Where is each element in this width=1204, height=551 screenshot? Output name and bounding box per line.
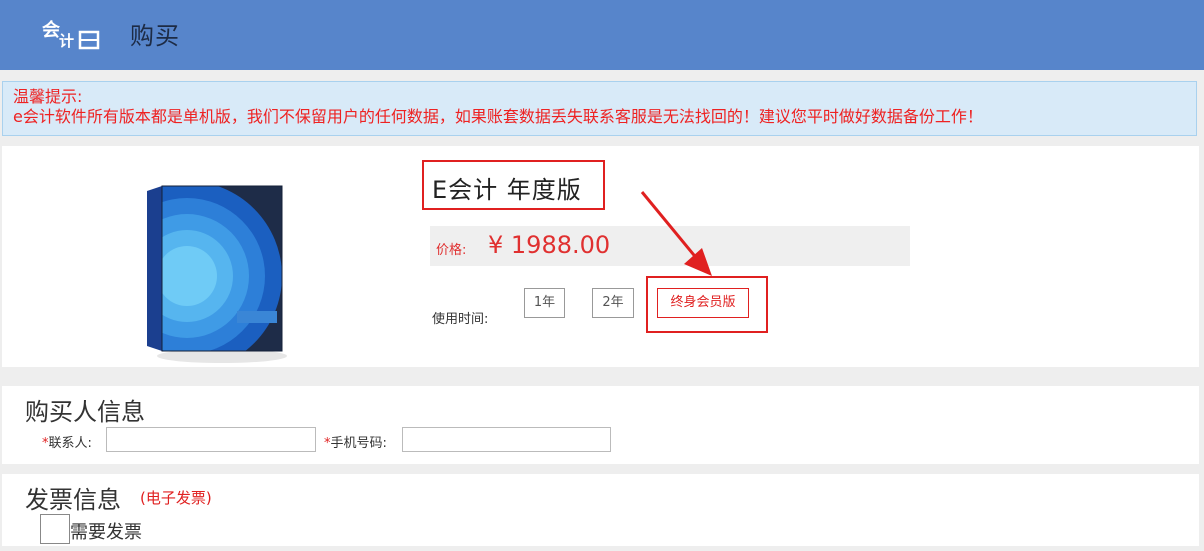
invoice-info-section: 发票信息 (电子发票) 需要发票 (2, 474, 1199, 546)
duration-option-1-year[interactable]: 1年 (524, 288, 565, 318)
svg-text:计: 计 (59, 32, 74, 50)
price-label: 价格: (436, 243, 467, 258)
usage-time-label: 使用时间: (432, 312, 489, 327)
page-title: 购买 (130, 22, 180, 50)
notice-message: e会计软件所有版本都是单机版，我们不保留用户的任何数据，如果账套数据丢失联系客服… (13, 107, 983, 126)
svg-text:会: 会 (42, 19, 60, 41)
warm-tips-notice: 温馨提示: e会计软件所有版本都是单机版，我们不保留用户的任何数据，如果账套数据… (2, 81, 1197, 136)
contact-input[interactable] (106, 427, 316, 452)
duration-option-2-year[interactable]: 2年 (592, 288, 634, 318)
buyer-info-section: 购买人信息 *联系人: *手机号码: (2, 386, 1199, 464)
phone-input[interactable] (402, 427, 611, 452)
price-value: ¥ 1988.00 (488, 231, 611, 259)
buyer-section-title: 购买人信息 (25, 398, 145, 426)
need-invoice-label[interactable]: 需要发票 (70, 518, 142, 544)
invoice-section-title: 发票信息 (25, 486, 121, 514)
product-name: E会计 年度版 (432, 176, 582, 204)
e-accounting-logo-icon: 会 计 (42, 19, 100, 50)
software-box-image (147, 185, 287, 363)
top-header-bar: 会 计 购买 (0, 0, 1204, 70)
contact-label: *联系人: (42, 436, 92, 451)
phone-label: *手机号码: (324, 436, 387, 451)
notice-title: 温馨提示: (13, 87, 83, 106)
need-invoice-checkbox[interactable] (40, 514, 70, 544)
duration-option-lifetime[interactable]: 终身会员版 (657, 288, 749, 318)
red-arrow-icon (640, 191, 712, 276)
product-panel: E会计 年度版 价格: ¥ 1988.00 使用时间: 1年 2年 终身会员版 (2, 146, 1199, 367)
invoice-type-note: (电子发票) (140, 489, 212, 507)
